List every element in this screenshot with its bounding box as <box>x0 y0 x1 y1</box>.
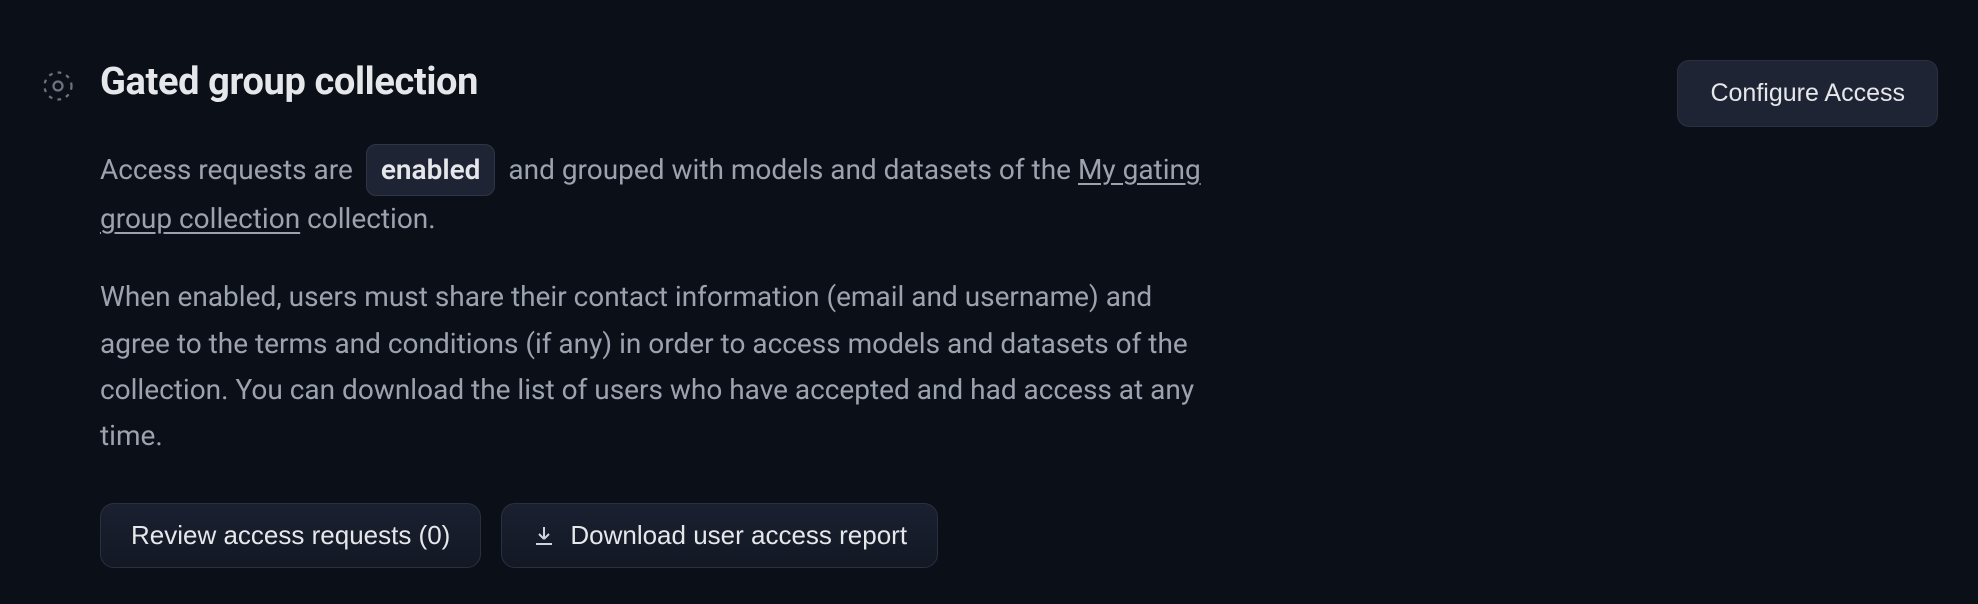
status-prefix: Access requests are <box>100 153 353 186</box>
review-access-requests-button[interactable]: Review access requests (0) <box>100 503 481 568</box>
status-suffix: collection. <box>307 202 436 235</box>
gear-icon <box>40 68 76 104</box>
content-column: Gated group collection Configure Access … <box>100 60 1550 568</box>
status-middle: and grouped with models and datasets of … <box>508 153 1071 186</box>
download-user-access-report-button[interactable]: Download user access report <box>501 503 938 568</box>
review-button-label: Review access requests (0) <box>131 520 450 551</box>
action-button-row: Review access requests (0) Download user… <box>100 503 1550 568</box>
enabled-badge: enabled <box>366 144 496 196</box>
description-paragraph: When enabled, users must share their con… <box>100 274 1220 459</box>
section-title: Gated group collection <box>100 60 478 104</box>
section-icon-col <box>40 60 76 568</box>
header-row: Gated group collection Configure Access <box>100 60 1550 104</box>
download-icon <box>532 524 556 548</box>
status-paragraph: Access requests are enabled and grouped … <box>100 144 1220 242</box>
gated-collection-panel: Gated group collection Configure Access … <box>40 60 1938 568</box>
download-button-label: Download user access report <box>570 520 907 551</box>
configure-access-button[interactable]: Configure Access <box>1677 60 1938 127</box>
